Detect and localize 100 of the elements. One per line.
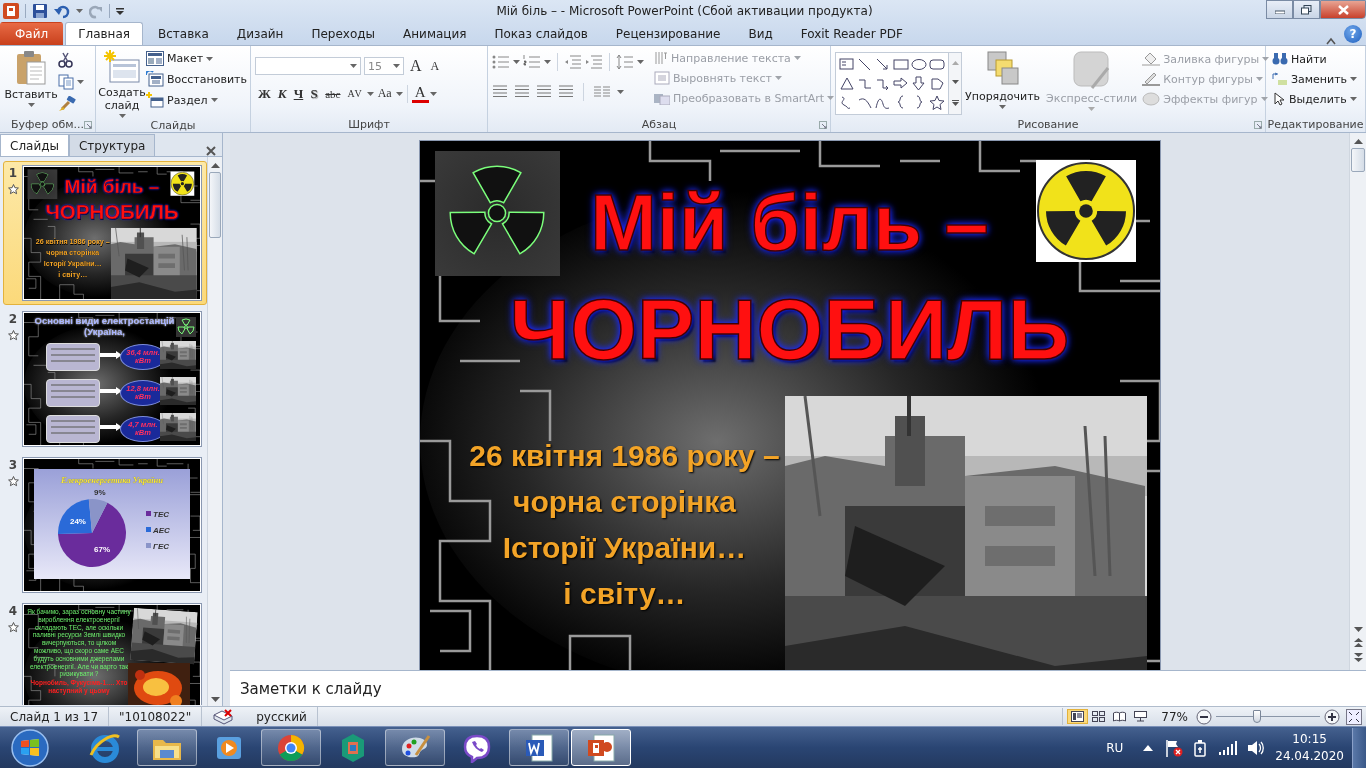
ribbon-tab[interactable]: Переходы [298, 22, 389, 45]
zoom-in-icon[interactable] [1324, 708, 1340, 725]
new-slide-button[interactable]: Создать слайд [100, 50, 144, 118]
layout-button[interactable]: Макет [144, 50, 249, 67]
scrollbar-thumb[interactable] [1351, 148, 1365, 172]
pane-tab[interactable]: Слайды [0, 134, 69, 156]
animation-star-icon[interactable] [7, 476, 19, 487]
bullets-icon[interactable] [492, 54, 510, 70]
customize-icon[interactable] [116, 7, 124, 15]
shapes-gallery[interactable] [835, 52, 949, 115]
spelling-icon[interactable] [212, 708, 235, 725]
rounded-rectangle-icon[interactable] [929, 57, 945, 72]
close-button[interactable] [1320, 0, 1366, 19]
oval-icon[interactable] [911, 57, 927, 72]
taskbar-button[interactable] [571, 729, 631, 766]
pentagon-icon[interactable] [929, 76, 945, 91]
down-arrow-icon[interactable] [911, 76, 927, 91]
line-spacing-icon[interactable] [616, 54, 634, 70]
line-icon[interactable] [857, 57, 873, 72]
undo-icon[interactable] [54, 3, 70, 19]
align-right-icon[interactable] [536, 84, 552, 100]
justify-icon[interactable] [558, 84, 574, 100]
previous-slide-icon[interactable] [1353, 638, 1363, 647]
volume-icon[interactable] [1247, 739, 1266, 756]
scroll-up-icon[interactable] [210, 163, 220, 168]
ribbon-tab[interactable]: Главная [65, 22, 143, 45]
font-name-field[interactable] [255, 57, 361, 75]
notes-placeholder[interactable]: Заметки к слайду [240, 679, 382, 698]
animation-star-icon[interactable] [7, 622, 19, 633]
slider-thumb[interactable] [1252, 709, 1261, 723]
dialog-launcher-icon[interactable] [819, 121, 827, 129]
italic-button[interactable]: К [274, 84, 290, 103]
ribbon-tab[interactable]: Вид [735, 22, 786, 45]
arrow-icon[interactable] [875, 57, 891, 72]
section-button[interactable]: Раздел [144, 91, 249, 109]
reset-button[interactable]: Восстановить [144, 70, 249, 88]
zoom-level[interactable]: 77% [1161, 709, 1188, 724]
dialog-launcher-icon[interactable] [84, 121, 92, 129]
flag-icon[interactable] [1165, 738, 1184, 757]
input-language[interactable]: RU [1106, 740, 1124, 755]
align-center-icon[interactable] [514, 84, 530, 100]
star-icon[interactable] [929, 95, 945, 110]
find-button[interactable]: Найти [1270, 51, 1360, 67]
arc-icon[interactable] [857, 95, 873, 110]
ribbon-tab[interactable]: Foxit Reader PDF [787, 22, 916, 45]
font-color-button[interactable]: A [411, 84, 429, 103]
paste-button[interactable]: Вставить [4, 50, 58, 116]
taskbar-button[interactable] [137, 729, 197, 766]
select-button[interactable]: Выделить [1270, 91, 1360, 107]
zoom-slider[interactable] [1216, 711, 1320, 722]
scroll-down-icon[interactable] [210, 697, 220, 702]
numbering-icon[interactable] [523, 54, 541, 70]
grow-font-button[interactable]: A [407, 56, 425, 76]
clock[interactable]: 10:15 24.04.2020 [1275, 730, 1344, 765]
more-icon[interactable] [951, 100, 959, 107]
scroll-up-icon[interactable] [1353, 139, 1363, 144]
taskbar-button[interactable] [385, 729, 445, 766]
shadow-button[interactable]: S [307, 84, 322, 103]
animation-star-icon[interactable] [7, 330, 19, 341]
underline-button[interactable]: Ч [290, 84, 307, 103]
collapse-ribbon-icon[interactable] [1326, 37, 1336, 45]
elbow-arrow-icon[interactable] [875, 76, 891, 91]
start-button-icon[interactable] [10, 727, 50, 768]
taskbar-button[interactable] [509, 729, 569, 766]
shrink-font-button[interactable]: A [427, 57, 443, 75]
right-arrow-icon[interactable] [893, 76, 909, 91]
normal-view-button[interactable] [1067, 709, 1089, 724]
format-painter-icon[interactable] [58, 96, 76, 112]
spacing-button[interactable]: AV [344, 87, 366, 100]
ribbon-tab[interactable]: Вставка [145, 22, 222, 45]
arrange-button[interactable]: Упорядочить [962, 50, 1044, 116]
tray-arrow-icon[interactable] [1143, 744, 1154, 751]
fit-slide-icon[interactable] [1346, 708, 1362, 725]
close-icon[interactable] [206, 146, 216, 156]
dialog-launcher-icon[interactable] [1254, 121, 1262, 129]
replace-button[interactable]: Заменить [1270, 71, 1360, 87]
ribbon-tab[interactable]: Файл [0, 22, 64, 45]
animation-star-icon[interactable] [7, 184, 19, 195]
taskbar-button[interactable] [261, 729, 321, 766]
ribbon-tab[interactable]: Дизайн [223, 22, 297, 45]
bold-button[interactable]: Ж [255, 84, 274, 103]
signal-icon[interactable] [1219, 740, 1238, 755]
triangle-icon[interactable] [839, 76, 855, 91]
scroll-down-icon[interactable] [951, 80, 959, 85]
ribbon-tab[interactable]: Показ слайдов [481, 22, 601, 45]
cut-icon[interactable] [58, 52, 74, 68]
align-left-icon[interactable] [492, 84, 508, 100]
change-case-button[interactable]: Aa [374, 85, 395, 102]
next-slide-icon[interactable] [1353, 653, 1363, 662]
zoom-out-icon[interactable] [1196, 708, 1212, 725]
ribbon-tab[interactable]: Анимация [390, 22, 480, 45]
restore-button[interactable] [1293, 0, 1320, 19]
strikethrough-button[interactable]: abc [322, 86, 344, 101]
scroll-down-icon[interactable] [1353, 627, 1363, 632]
scrollbar-thumb[interactable] [209, 172, 221, 238]
pane-tab[interactable]: Структура [69, 134, 156, 156]
ribbon-tab[interactable]: Рецензирование [602, 22, 734, 45]
save-icon[interactable] [32, 3, 48, 19]
copy-icon[interactable] [58, 74, 74, 90]
font-size-field[interactable]: 15 [364, 57, 404, 75]
